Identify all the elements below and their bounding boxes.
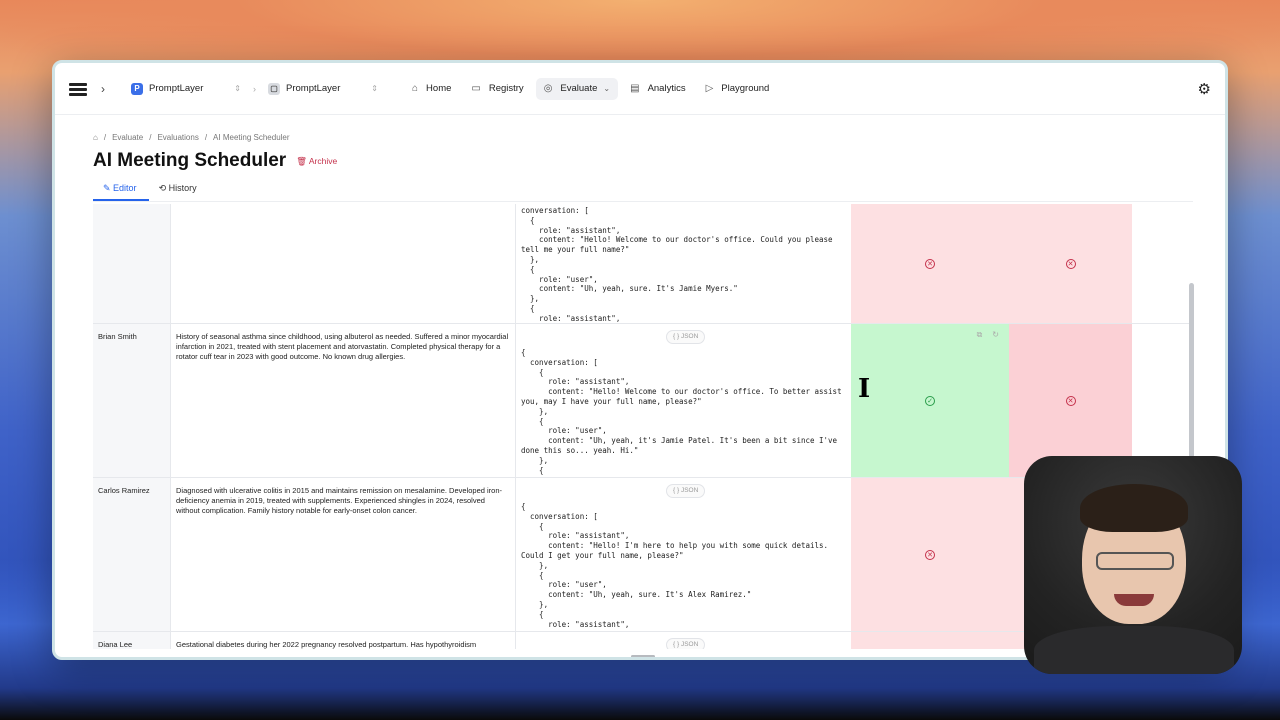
breadcrumb-item[interactable]: Evaluate xyxy=(112,133,143,142)
webcam-person-hair xyxy=(1080,484,1188,532)
main-nav: ⌂ Home ▭ Registry ◎ Evaluate ⌄ ▤ Analyti… xyxy=(404,77,778,100)
check-circle-icon: ✓ xyxy=(925,395,935,406)
text-cursor-icon: I xyxy=(858,374,871,404)
eval-cell[interactable]: ✕ xyxy=(1009,204,1132,323)
tab-history[interactable]: ⟲ History xyxy=(149,180,209,201)
top-navbar: › P PromptLayer ⇕ › ▢ PromptLayer ⇕ ⌂ Ho… xyxy=(55,63,1225,115)
project-label: PromptLayer xyxy=(286,83,341,94)
x-circle-icon: ✕ xyxy=(1065,258,1076,269)
tab-editor-label: Editor xyxy=(113,183,137,193)
tab-bar: ✎ Editor ⟲ History xyxy=(93,180,1193,202)
json-badge: { } JSON xyxy=(666,330,706,344)
horizontal-scrollbar[interactable] xyxy=(631,655,655,657)
table-row[interactable]: conversation: [ { role: "assistant", con… xyxy=(93,204,1194,324)
home-icon: ⌂ xyxy=(412,83,419,94)
breadcrumb-item[interactable]: Evaluations xyxy=(157,133,198,142)
nav-playground[interactable]: ▷ Playground xyxy=(698,78,778,100)
json-badge: { } JSON xyxy=(666,484,706,498)
project-icon: ▢ xyxy=(268,82,280,95)
project-selector[interactable]: ▢ PromptLayer ⇕ xyxy=(262,78,384,100)
eval-cell[interactable]: ✕ xyxy=(851,478,1009,631)
x-circle-icon: ✕ xyxy=(925,258,935,269)
tab-editor[interactable]: ✎ Editor xyxy=(93,180,149,201)
breadcrumb-item: AI Meeting Scheduler xyxy=(213,133,290,142)
nav-registry-label: Registry xyxy=(488,83,524,94)
webcam-person-mouth xyxy=(1114,594,1154,606)
eval-cell[interactable]: ✕ xyxy=(1009,324,1132,477)
breadcrumb-sep: / xyxy=(204,133,208,142)
nav-registry[interactable]: ▭ Registry xyxy=(463,78,531,100)
conversation-cell[interactable]: { } JSON xyxy=(516,632,851,649)
name-cell[interactable]: Carlos Ramirez xyxy=(93,478,171,631)
conversation-text: { conversation: [ { role: "assistant", c… xyxy=(521,348,842,475)
breadcrumb: ⌂ / Evaluate / Evaluations / AI Meeting … xyxy=(93,133,1193,142)
evaluate-icon: ◎ xyxy=(543,83,553,94)
analytics-icon: ▤ xyxy=(630,83,640,94)
x-circle-icon: ✕ xyxy=(1065,395,1076,406)
eval-cell[interactable] xyxy=(851,632,1009,649)
chevron-updown-icon: ⇕ xyxy=(371,84,378,93)
nav-analytics-label: Analytics xyxy=(647,83,686,94)
table-row[interactable]: Brian Smith History of seasonal asthma s… xyxy=(93,324,1194,478)
breadcrumb-sep: / xyxy=(103,133,107,142)
archive-label: Archive xyxy=(308,155,338,166)
webcam-person-shirt xyxy=(1034,626,1234,674)
conversation-cell[interactable]: { } JSON { conversation: [ { role: "assi… xyxy=(516,324,851,477)
app-logo-icon[interactable] xyxy=(69,81,91,97)
vertical-scrollbar[interactable] xyxy=(1189,283,1194,458)
eval-cell[interactable]: ⧉ ↻ ✓ xyxy=(851,324,1009,477)
cell-actions: ⧉ ↻ xyxy=(977,330,999,340)
tab-history-label: History xyxy=(168,183,197,193)
folder-icon: ▭ xyxy=(471,83,481,94)
conversation-cell[interactable]: conversation: [ { role: "assistant", con… xyxy=(516,204,851,323)
name-cell[interactable]: Brian Smith xyxy=(93,324,171,477)
conversation-text: conversation: [ { role: "assistant", con… xyxy=(521,206,833,323)
history-cell[interactable]: History of seasonal asthma since childho… xyxy=(171,324,516,477)
name-cell[interactable] xyxy=(93,204,171,323)
gear-icon[interactable]: ⚙ xyxy=(1198,80,1211,98)
page-header: ⌂ / Evaluate / Evaluations / AI Meeting … xyxy=(93,133,1193,202)
nav-evaluate[interactable]: ◎ Evaluate ⌄ xyxy=(535,77,619,100)
chevron-right-icon[interactable]: › xyxy=(101,82,105,96)
chevron-updown-icon: ⇕ xyxy=(234,84,241,93)
title-row: AI Meeting Scheduler 🗑 Archive xyxy=(93,150,1193,172)
webcam-person-glasses xyxy=(1096,552,1174,570)
workspace-badge: P xyxy=(131,82,143,95)
archive-button[interactable]: 🗑 Archive xyxy=(296,156,337,167)
eval-cell[interactable]: ✕ xyxy=(851,204,1009,323)
conversation-text: { conversation: [ { role: "assistant", c… xyxy=(521,502,829,629)
webcam-overlay xyxy=(1024,456,1242,674)
chevron-right-icon: › xyxy=(253,83,256,94)
page-title: AI Meeting Scheduler xyxy=(93,150,287,171)
name-cell[interactable]: Diana Lee xyxy=(93,632,171,649)
refresh-icon[interactable]: ↻ xyxy=(992,330,999,340)
chevron-down-icon: ⌄ xyxy=(603,84,611,93)
nav-evaluate-label: Evaluate xyxy=(560,83,598,94)
history-cell[interactable]: Gestational diabetes during her 2022 pre… xyxy=(171,632,516,649)
play-icon: ▷ xyxy=(705,83,714,94)
json-badge: { } JSON xyxy=(666,638,706,649)
history-cell[interactable]: Diagnosed with ulcerative colitis in 201… xyxy=(171,478,516,631)
x-circle-icon: ✕ xyxy=(925,549,935,560)
nav-playground-label: Playground xyxy=(721,83,770,94)
home-icon[interactable]: ⌂ xyxy=(93,133,98,142)
nav-home-label: Home xyxy=(426,83,452,94)
history-cell[interactable] xyxy=(171,204,516,323)
copy-icon[interactable]: ⧉ xyxy=(977,330,983,340)
workspace-label: PromptLayer xyxy=(149,83,204,94)
conversation-cell[interactable]: { } JSON { conversation: [ { role: "assi… xyxy=(516,478,851,631)
breadcrumb-sep: / xyxy=(149,133,152,142)
nav-home[interactable]: ⌂ Home xyxy=(404,78,459,100)
nav-analytics[interactable]: ▤ Analytics xyxy=(622,78,693,100)
workspace-selector[interactable]: P PromptLayer ⇕ xyxy=(125,78,247,100)
